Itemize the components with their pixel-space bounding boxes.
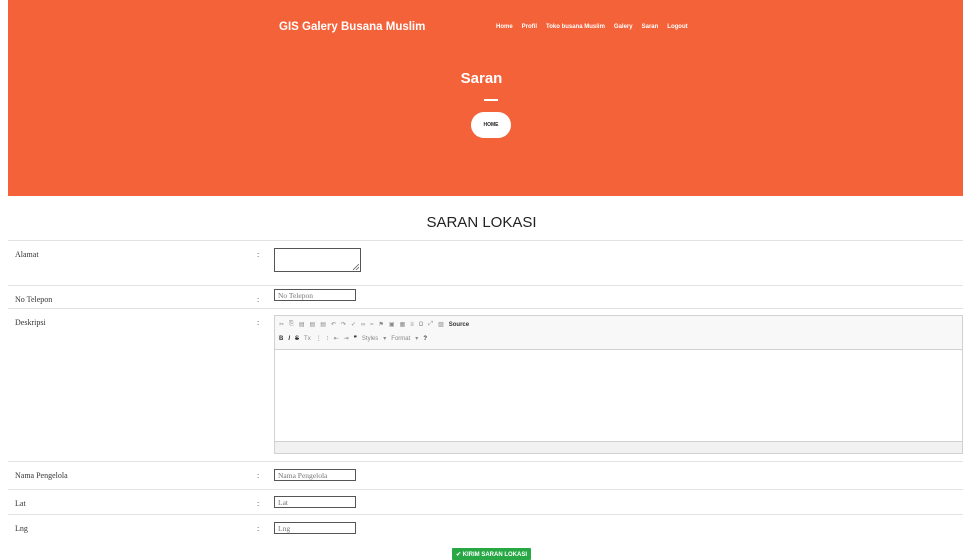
italic-icon[interactable]: I: [288, 336, 290, 342]
lat-row: Lat : Lat: [8, 489, 963, 515]
chevron-down-icon[interactable]: ▾: [383, 335, 386, 342]
redo-icon[interactable]: ↷: [341, 321, 346, 328]
paste-icon[interactable]: ▤: [299, 321, 305, 328]
help-button[interactable]: ?: [423, 336, 427, 342]
nav-saran[interactable]: Saran: [642, 24, 659, 30]
telepon-label: No Telepon: [15, 295, 53, 304]
maximize-icon[interactable]: ⤢: [428, 321, 433, 328]
colon: :: [257, 524, 260, 533]
nav-galery[interactable]: Galery: [614, 24, 633, 30]
form-title: SARAN LOKASI: [426, 214, 537, 231]
remove-format-icon[interactable]: Tx: [304, 336, 311, 342]
pengelola-input[interactable]: Nama Pengelola: [274, 469, 356, 481]
home-button[interactable]: HOME: [471, 112, 511, 138]
paste-word-icon[interactable]: ▤: [320, 321, 326, 328]
chevron-down-icon[interactable]: ▾: [415, 335, 418, 342]
lng-input[interactable]: Lng: [274, 522, 356, 534]
blockquote-icon[interactable]: ❞: [354, 335, 357, 342]
lat-input[interactable]: Lat: [274, 496, 356, 508]
bullet-list-icon[interactable]: ⁝: [327, 335, 329, 342]
anchor-icon[interactable]: ⚑: [379, 321, 384, 328]
cut-icon[interactable]: ✂: [279, 321, 284, 328]
nav-toko[interactable]: Toko busana Muslim: [546, 24, 605, 30]
nav-logout[interactable]: Logout: [667, 24, 687, 30]
alamat-row: Alamat :: [8, 240, 963, 286]
table-icon[interactable]: ▦: [400, 321, 406, 328]
pengelola-label: Nama Pengelola: [15, 471, 68, 480]
horizontal-line-icon[interactable]: ≡: [410, 322, 414, 328]
editor-status-bar: [275, 441, 962, 453]
main-nav: Home Profil Toko busana Muslim Galery Sa…: [496, 24, 688, 30]
strike-icon[interactable]: S: [295, 336, 299, 342]
source-icon[interactable]: ▧: [438, 321, 444, 328]
lng-label: Lng: [15, 524, 28, 533]
spellcheck-icon[interactable]: ✓: [351, 321, 356, 328]
nav-profil[interactable]: Profil: [522, 24, 537, 30]
colon: :: [257, 471, 260, 480]
hero-banner: [8, 0, 963, 196]
alamat-label: Alamat: [15, 250, 39, 259]
brand-title[interactable]: GIS Galery Busana Muslim: [279, 21, 425, 33]
outdent-icon[interactable]: ⇤: [334, 335, 339, 342]
link-icon[interactable]: ∞: [361, 322, 365, 328]
paste-text-icon[interactable]: ▤: [310, 321, 316, 328]
title-divider: [484, 99, 498, 101]
telepon-row: No Telepon : No Telepon: [8, 285, 963, 309]
deskripsi-label: Deskripsi: [15, 318, 46, 327]
source-button[interactable]: Source: [449, 322, 469, 328]
submit-button[interactable]: ✔ KIRIM SARAN LOKASI: [452, 548, 531, 560]
lat-label: Lat: [15, 499, 26, 508]
numbered-list-icon[interactable]: ⋮: [316, 335, 322, 342]
colon: :: [257, 250, 260, 259]
telepon-input[interactable]: No Telepon: [274, 289, 356, 301]
copy-icon[interactable]: ⎘: [289, 321, 294, 328]
styles-select[interactable]: Styles: [362, 336, 378, 342]
resize-handle-icon[interactable]: [353, 264, 359, 270]
nav-home[interactable]: Home: [496, 24, 513, 30]
indent-icon[interactable]: ⇥: [344, 335, 349, 342]
pengelola-row: Nama Pengelola : Nama Pengelola: [8, 461, 963, 490]
colon: :: [257, 499, 260, 508]
bold-icon[interactable]: B: [279, 336, 283, 342]
colon: :: [257, 295, 260, 304]
format-select[interactable]: Format: [391, 336, 410, 342]
alamat-textarea[interactable]: [274, 248, 361, 272]
image-icon[interactable]: ▣: [389, 321, 395, 328]
special-char-icon[interactable]: Ω: [419, 322, 424, 328]
editor-toolbar: ✂ ⎘ ▤ ▤ ▤ ↶ ↷ ✓ ∞ ≈ ⚑ ▣ ▦ ≡ Ω ⤢ ▧ Source…: [275, 316, 962, 350]
page-title: Saran: [460, 70, 503, 87]
deskripsi-rich-editor[interactable]: ✂ ⎘ ▤ ▤ ▤ ↶ ↷ ✓ ∞ ≈ ⚑ ▣ ▦ ≡ Ω ⤢ ▧ Source…: [274, 315, 963, 454]
lng-row: Lng : Lng: [8, 514, 963, 543]
unlink-icon[interactable]: ≈: [370, 322, 373, 328]
colon: :: [257, 318, 260, 327]
undo-icon[interactable]: ↶: [331, 321, 336, 328]
